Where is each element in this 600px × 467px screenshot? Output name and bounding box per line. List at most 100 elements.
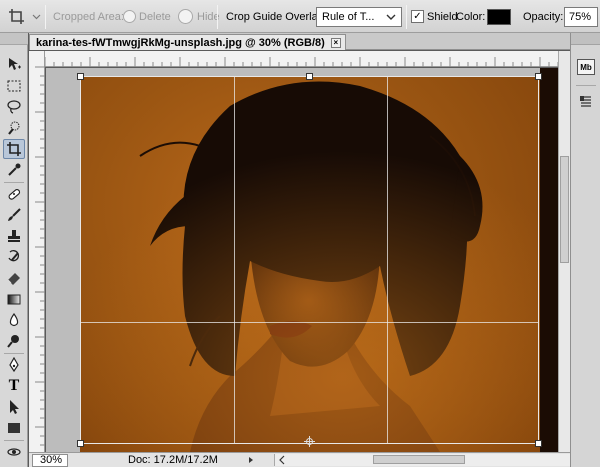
eraser-tool[interactable] <box>3 268 25 288</box>
blur-tool[interactable] <box>3 310 25 330</box>
crop-box[interactable] <box>80 76 539 444</box>
panel-grip[interactable] <box>0 33 28 45</box>
quick-selection-tool[interactable] <box>3 118 25 138</box>
lasso-tool[interactable] <box>3 97 25 117</box>
brush-tool[interactable] <box>3 205 25 225</box>
ruler-ticks <box>44 57 568 67</box>
paragraph-panel-icon <box>580 96 591 107</box>
dock-separator <box>576 85 596 86</box>
path-selection-tool[interactable] <box>3 397 25 417</box>
close-tab-button[interactable]: × <box>330 37 341 48</box>
lasso-icon <box>7 100 21 114</box>
chevron-right-icon[interactable] <box>247 456 255 464</box>
opacity-input[interactable]: 75% <box>564 6 598 27</box>
3d-rotate-tool[interactable] <box>3 442 25 462</box>
document-tab[interactable]: karina-tes-fWTmwgjRkMg-unsplash.jpg @ 30… <box>29 34 346 50</box>
tool-preset-picker[interactable] <box>8 0 41 33</box>
rectangle-icon <box>8 423 20 433</box>
history-brush-tool[interactable] <box>3 247 25 267</box>
crop-guide-value: Rule of T... <box>322 10 375 23</box>
horizontal-scroll-thumb[interactable] <box>373 455 465 464</box>
tool-separator <box>4 353 24 354</box>
tools-panel: T <box>0 33 28 467</box>
crop-icon <box>7 142 21 156</box>
mini-bridge-button[interactable]: Mb <box>577 58 595 76</box>
vertical-scrollbar[interactable] <box>558 51 570 452</box>
document-canvas[interactable] <box>46 68 558 452</box>
crop-pivot-icon[interactable] <box>304 436 315 447</box>
crop-handle-top[interactable] <box>306 73 313 80</box>
crop-handle-bottom-left[interactable] <box>77 440 84 447</box>
tool-separator <box>4 182 24 183</box>
dodge-tool[interactable] <box>3 331 25 351</box>
zoom-value: 30% <box>40 454 63 466</box>
eyedropper-icon <box>8 163 21 176</box>
quick-selection-icon <box>8 121 20 135</box>
marquee-icon <box>7 80 21 92</box>
chevron-left-icon[interactable] <box>278 455 286 465</box>
ruler-ticks <box>35 66 45 446</box>
arrow-cursor-icon <box>10 400 19 414</box>
history-brush-icon <box>8 250 19 262</box>
crop-handle-top-right[interactable] <box>535 73 542 80</box>
shield-checkbox[interactable]: ✓ <box>411 10 424 23</box>
crop-tool[interactable] <box>3 139 25 159</box>
delete-option[interactable]: Delete <box>123 0 171 33</box>
type-tool[interactable]: T <box>3 376 25 396</box>
shield-label: Shield <box>427 10 458 23</box>
cropped-area-label: Cropped Area: <box>53 10 124 23</box>
hide-option[interactable]: Hide <box>178 0 220 33</box>
chevron-down-icon <box>386 14 396 20</box>
bandage-icon <box>8 189 21 200</box>
tool-separator <box>4 440 24 441</box>
horizontal-scrollbar[interactable] <box>274 454 570 466</box>
delete-radio[interactable] <box>123 10 136 23</box>
crop-icon <box>9 8 24 24</box>
horizontal-ruler[interactable] <box>29 51 570 67</box>
close-icon: × <box>333 38 339 47</box>
chevron-down-icon <box>32 14 41 20</box>
crop-guide-line <box>234 77 235 443</box>
opacity-value: 75% <box>569 10 592 23</box>
crop-guide-line <box>387 77 388 443</box>
move-tool[interactable] <box>3 54 25 74</box>
crop-guide-line <box>81 322 538 323</box>
dodge-icon <box>7 335 19 348</box>
mini-bridge-label: Mb <box>580 62 592 72</box>
clone-stamp-tool[interactable] <box>3 226 25 246</box>
stamp-icon <box>8 230 20 242</box>
gradient-tool[interactable] <box>3 289 25 309</box>
marquee-tool[interactable] <box>3 76 25 96</box>
vertical-scroll-thumb[interactable] <box>560 156 569 263</box>
zoom-input[interactable]: 30% <box>32 453 68 467</box>
shield-color-swatch[interactable] <box>487 8 511 25</box>
brush-icon <box>8 208 21 221</box>
canvas-edge-strip <box>540 68 558 452</box>
droplet-icon <box>9 312 19 327</box>
healing-brush-tool[interactable] <box>3 184 25 204</box>
eraser-icon <box>7 273 20 285</box>
options-bar: Cropped Area: Delete Hide Crop Guide Ove… <box>0 0 600 33</box>
delete-label: Delete <box>139 10 171 23</box>
opacity-label: Opacity: <box>523 10 564 23</box>
mini-bridge-icon: Mb <box>577 59 595 75</box>
panel-dock: Mb <box>570 33 600 467</box>
document-size-info: Doc: 17.2M/17.2M <box>128 454 218 466</box>
panel-grip[interactable] <box>571 33 600 45</box>
hide-radio[interactable] <box>178 9 193 24</box>
shape-tool[interactable] <box>3 418 25 438</box>
separator <box>217 4 218 29</box>
shield-option[interactable]: ✓ Shield <box>411 0 458 33</box>
pen-icon <box>9 357 19 373</box>
move-icon <box>9 58 21 70</box>
panel-button[interactable] <box>577 93 595 111</box>
vertical-ruler[interactable] <box>29 51 45 452</box>
eyedropper-tool[interactable] <box>3 160 25 180</box>
crop-handle-top-left[interactable] <box>77 73 84 80</box>
pen-tool[interactable] <box>3 355 25 375</box>
crop-handle-bottom-right[interactable] <box>535 440 542 447</box>
color-label: Color: <box>456 10 486 23</box>
document-tab-bar: karina-tes-fWTmwgjRkMg-unsplash.jpg @ 30… <box>29 33 570 50</box>
separator <box>406 4 407 29</box>
crop-guide-select[interactable]: Rule of T... <box>316 6 402 27</box>
